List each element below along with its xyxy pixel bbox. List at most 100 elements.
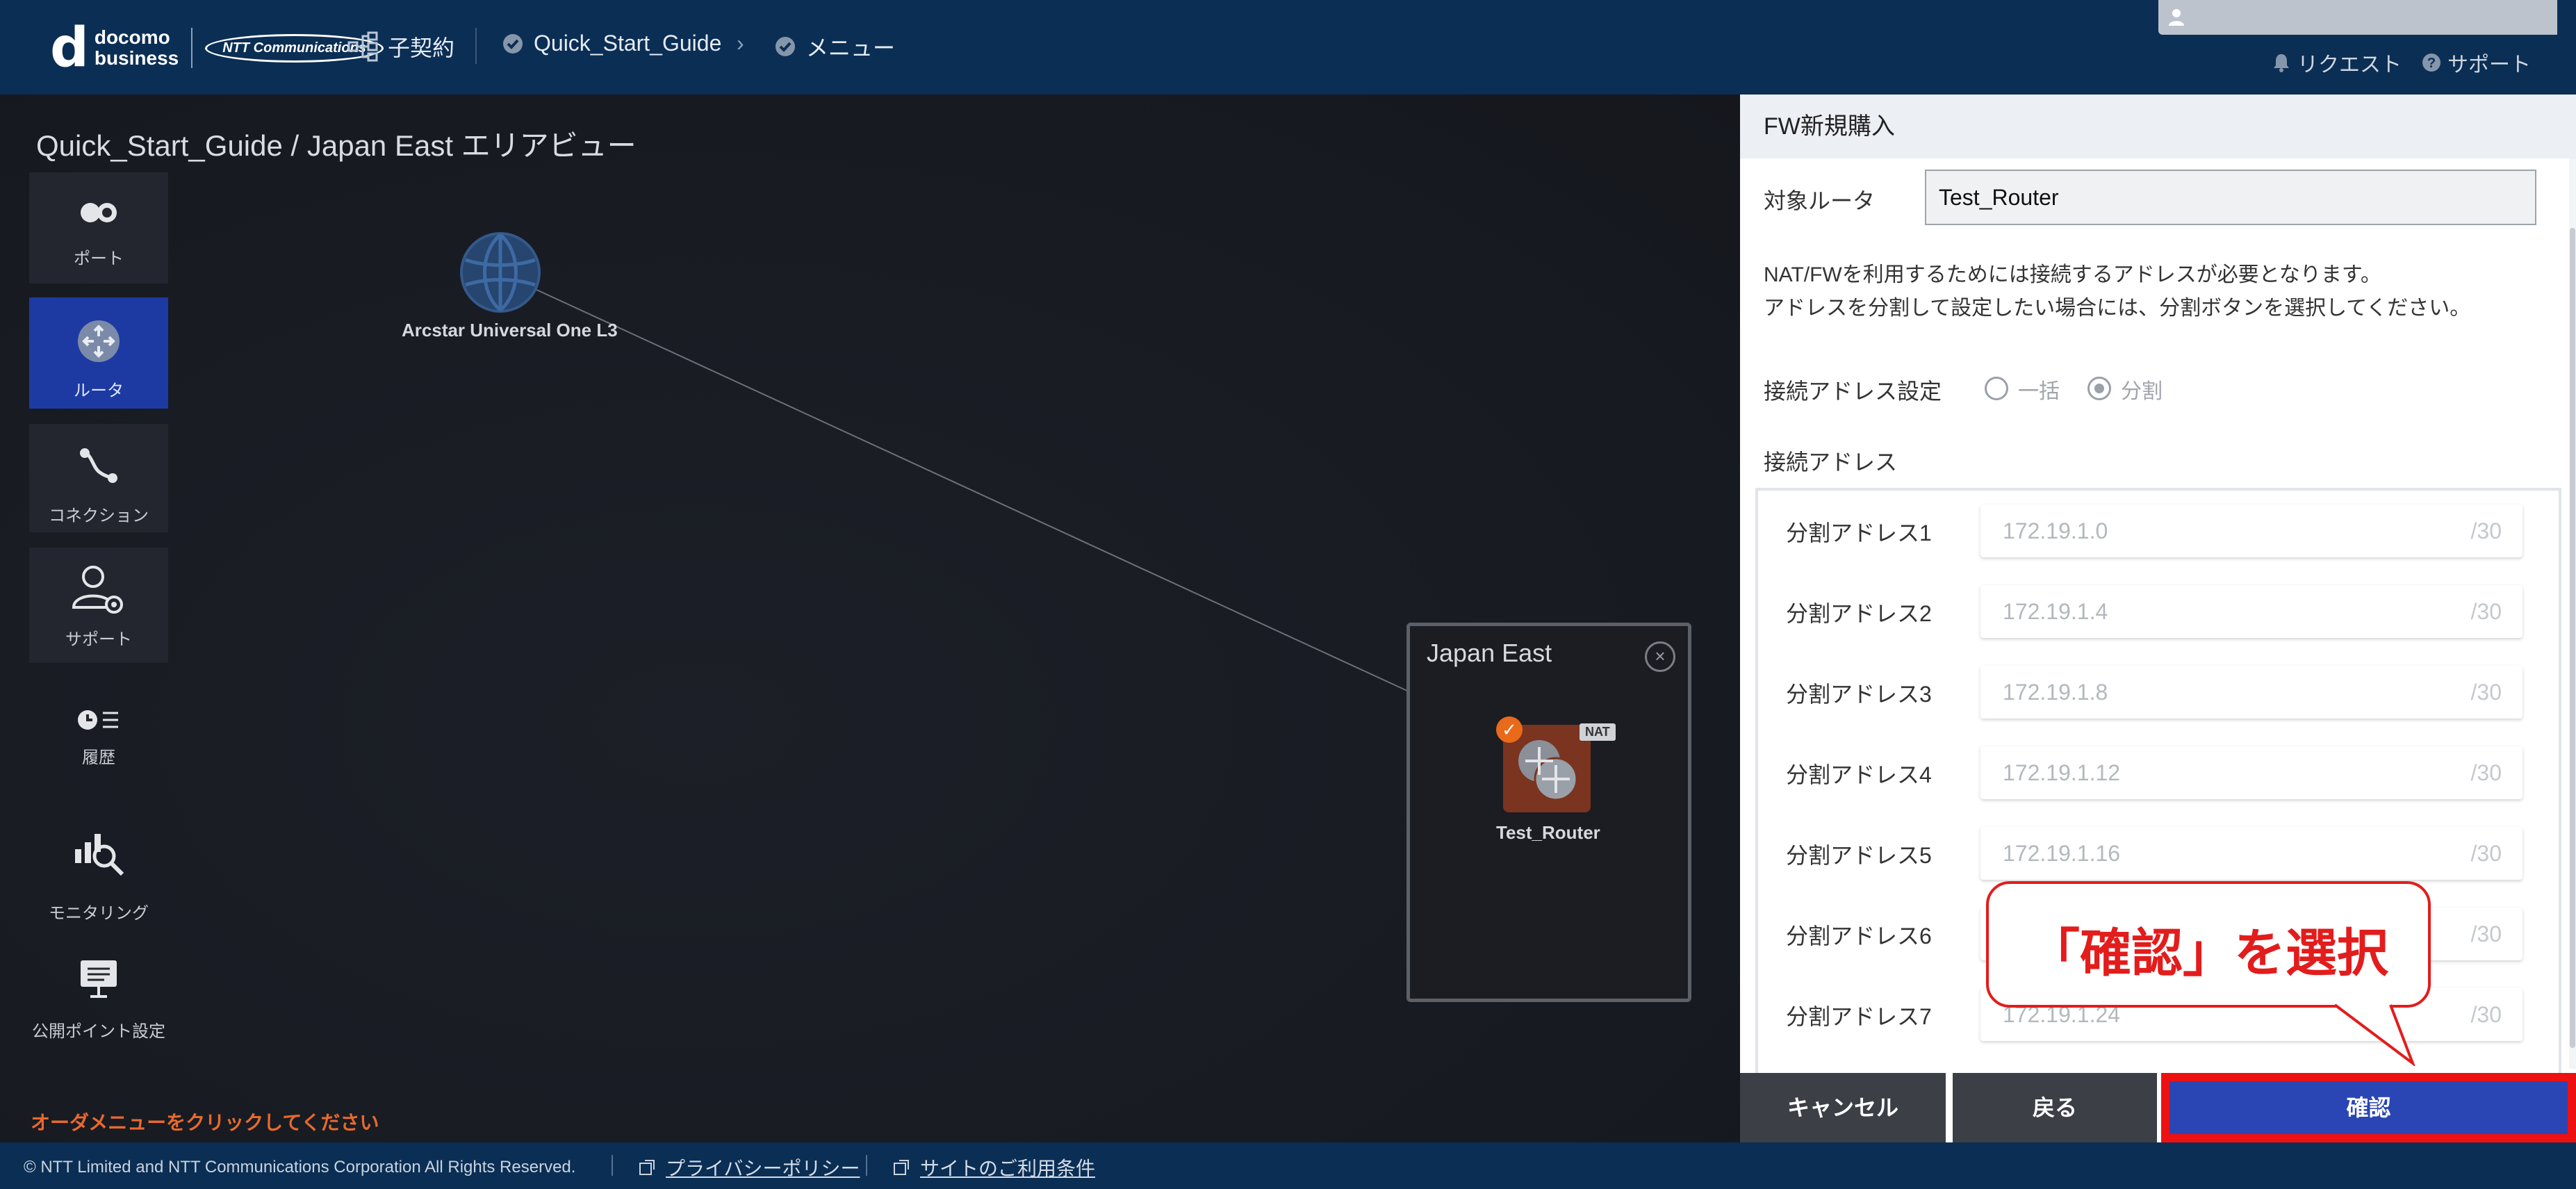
split-address-input[interactable]: 172.19.1.0 /30 — [1980, 505, 2522, 557]
japan-east-area[interactable]: Japan East × ✓ NAT Test_Router — [1406, 623, 1691, 1002]
split-address-input[interactable]: 172.19.1.16 /30 — [1980, 827, 2522, 880]
back-button[interactable]: 戻る — [1953, 1073, 2157, 1142]
callout-pointer — [2335, 1003, 2415, 1066]
arcstar-network-icon[interactable] — [459, 231, 542, 314]
radio-bulk[interactable] — [1985, 377, 2008, 400]
svg-text:?: ? — [2427, 56, 2436, 71]
address-setting-label: 接続アドレス設定 — [1764, 379, 1942, 404]
target-router-field: Test_Router — [1925, 170, 2536, 225]
callout-text: 「確認」を選択 — [2028, 924, 2388, 983]
port-icon — [81, 203, 117, 222]
check-circle-icon — [776, 37, 795, 56]
prefix-length: /30 — [2470, 599, 2502, 624]
menu-item-monitoring[interactable]: モニタリング — [29, 807, 168, 926]
menu-item-support[interactable]: サポート — [29, 548, 168, 663]
address-value: 172.19.1.12 — [2003, 760, 2121, 785]
split-address-label: 分割アドレス6 — [1786, 924, 1932, 949]
check-badge-icon: ✓ — [1496, 716, 1523, 743]
confirm-button[interactable]: 確認 — [2161, 1073, 2576, 1142]
area-view-canvas[interactable]: Quick_Start_Guide / Japan East エリアビュー ポー… — [0, 95, 1740, 1142]
tree-icon — [347, 31, 378, 62]
docomo-business-logo[interactable]: d docomo business NTT Communications — [50, 17, 384, 79]
support-link[interactable]: ? サポート — [2421, 47, 2531, 78]
area-title: Japan East — [1427, 639, 1552, 667]
radio-split[interactable] — [2087, 377, 2111, 400]
prefix-length: /30 — [2470, 841, 2502, 866]
address-value: 172.19.1.0 — [2003, 518, 2108, 543]
split-address-input[interactable]: 172.19.1.12 /30 — [1980, 746, 2522, 799]
menu-item-public-point[interactable]: 公開ポイント設定 — [29, 941, 168, 1052]
page-footer: © NTT Limited and NTT Communications Cor… — [0, 1142, 2576, 1189]
prefix-length: /30 — [2470, 921, 2502, 946]
menu-breadcrumb[interactable]: メニュー — [774, 31, 895, 63]
scrollbar-thumb[interactable] — [2570, 228, 2575, 1048]
check-circle-icon — [503, 33, 523, 54]
user-account-bar[interactable] — [2158, 0, 2557, 35]
info-line-2: アドレスを分割して設定したい場合には、分割ボタンを選択してください。 — [1764, 297, 2471, 320]
copyright: © NTT Limited and NTT Communications Cor… — [24, 1158, 576, 1176]
external-link-icon — [894, 1160, 909, 1175]
external-link-icon — [639, 1160, 655, 1175]
menu-label: メニュー — [806, 35, 896, 60]
router-label: Test_Router — [1496, 822, 1600, 843]
panel-scrollbar[interactable] — [2569, 158, 2576, 1069]
order-instruction: オーダメニューをクリックしてください — [31, 1112, 379, 1133]
logo-text-docomo: docomo — [94, 26, 170, 48]
menu-label-port: ポート — [74, 249, 124, 268]
prefix-length: /30 — [2470, 1002, 2502, 1027]
help-icon: ? — [2422, 54, 2440, 72]
split-address-row: 分割アドレス1 172.19.1.0 /30 — [1758, 491, 2559, 571]
split-address-list: 分割アドレス1 172.19.1.0 /30 分割アドレス2 172.19.1.… — [1755, 488, 2561, 1155]
prefix-length: /30 — [2470, 760, 2502, 785]
support-icon — [72, 566, 123, 614]
terms-link[interactable]: サイトのご利用条件 — [892, 1154, 1095, 1181]
monitoring-icon — [75, 834, 124, 876]
connection-icon — [80, 448, 117, 483]
close-icon[interactable]: × — [1645, 641, 1675, 672]
privacy-label: プライバシーポリシー — [666, 1158, 860, 1179]
privacy-link[interactable]: プライバシーポリシー — [638, 1154, 860, 1181]
docomo-d-mark: d — [50, 17, 89, 79]
menu-label-router: ルータ — [74, 382, 124, 400]
menu-item-router[interactable]: ルータ — [29, 297, 168, 409]
radio-bulk-label: 一括 — [2018, 380, 2060, 403]
logo-text-business: business — [94, 47, 179, 69]
split-address-input[interactable]: 172.19.1.8 /30 — [1980, 666, 2522, 719]
support-label: サポート — [2447, 54, 2531, 76]
split-address-input[interactable]: 172.19.1.4 /30 — [1980, 585, 2522, 638]
radio-split-label: 分割 — [2121, 380, 2163, 403]
info-text: NAT/FWを利用するためには接続するアドレスが必要となります。 アドレスを分割… — [1764, 259, 2470, 325]
request-link[interactable]: リクエスト — [2271, 47, 2402, 78]
split-address-row: 分割アドレス2 172.19.1.4 /30 — [1758, 571, 2559, 652]
split-address-label: 分割アドレス7 — [1786, 1004, 1932, 1029]
user-icon — [2169, 9, 2184, 26]
guide-label: Quick_Start_Guide — [534, 31, 722, 56]
header-divider — [475, 28, 477, 64]
logo-divider — [191, 28, 193, 68]
menu-item-port[interactable]: ポート — [29, 172, 168, 284]
split-address-label: 分割アドレス1 — [1786, 520, 1932, 546]
split-address-label: 分割アドレス5 — [1786, 843, 1932, 868]
address-value: 172.19.1.4 — [2003, 599, 2108, 624]
history-icon — [78, 710, 118, 730]
request-label: リクエスト — [2297, 54, 2402, 76]
prefix-length: /30 — [2470, 518, 2502, 543]
footer-divider — [866, 1155, 867, 1176]
guide-breadcrumb[interactable]: Quick_Start_Guide — [502, 31, 721, 56]
split-address-label: 分割アドレス4 — [1786, 762, 1932, 787]
menu-item-history[interactable]: 履歴 — [29, 687, 168, 791]
cancel-button[interactable]: キャンセル — [1740, 1073, 1946, 1142]
menu-item-connection[interactable]: コネクション — [29, 424, 168, 532]
footer-divider — [612, 1155, 613, 1176]
menu-label-support: サポート — [65, 630, 132, 649]
split-address-label: 分割アドレス2 — [1786, 601, 1932, 626]
info-line-1: NAT/FWを利用するためには接続するアドレスが必要となります。 — [1764, 263, 2381, 286]
logo-wordmark: docomo business — [95, 27, 179, 69]
nat-badge: NAT — [1580, 723, 1616, 741]
chevron-right-icon: › — [737, 31, 744, 56]
address-value: 172.19.1.16 — [2003, 841, 2121, 866]
contract-link[interactable]: 子契約 — [347, 31, 454, 63]
prefix-length: /30 — [2470, 680, 2502, 705]
top-header: d docomo business NTT Communications 子契約… — [0, 0, 2576, 95]
target-router-label: 対象ルータ — [1764, 188, 1876, 213]
